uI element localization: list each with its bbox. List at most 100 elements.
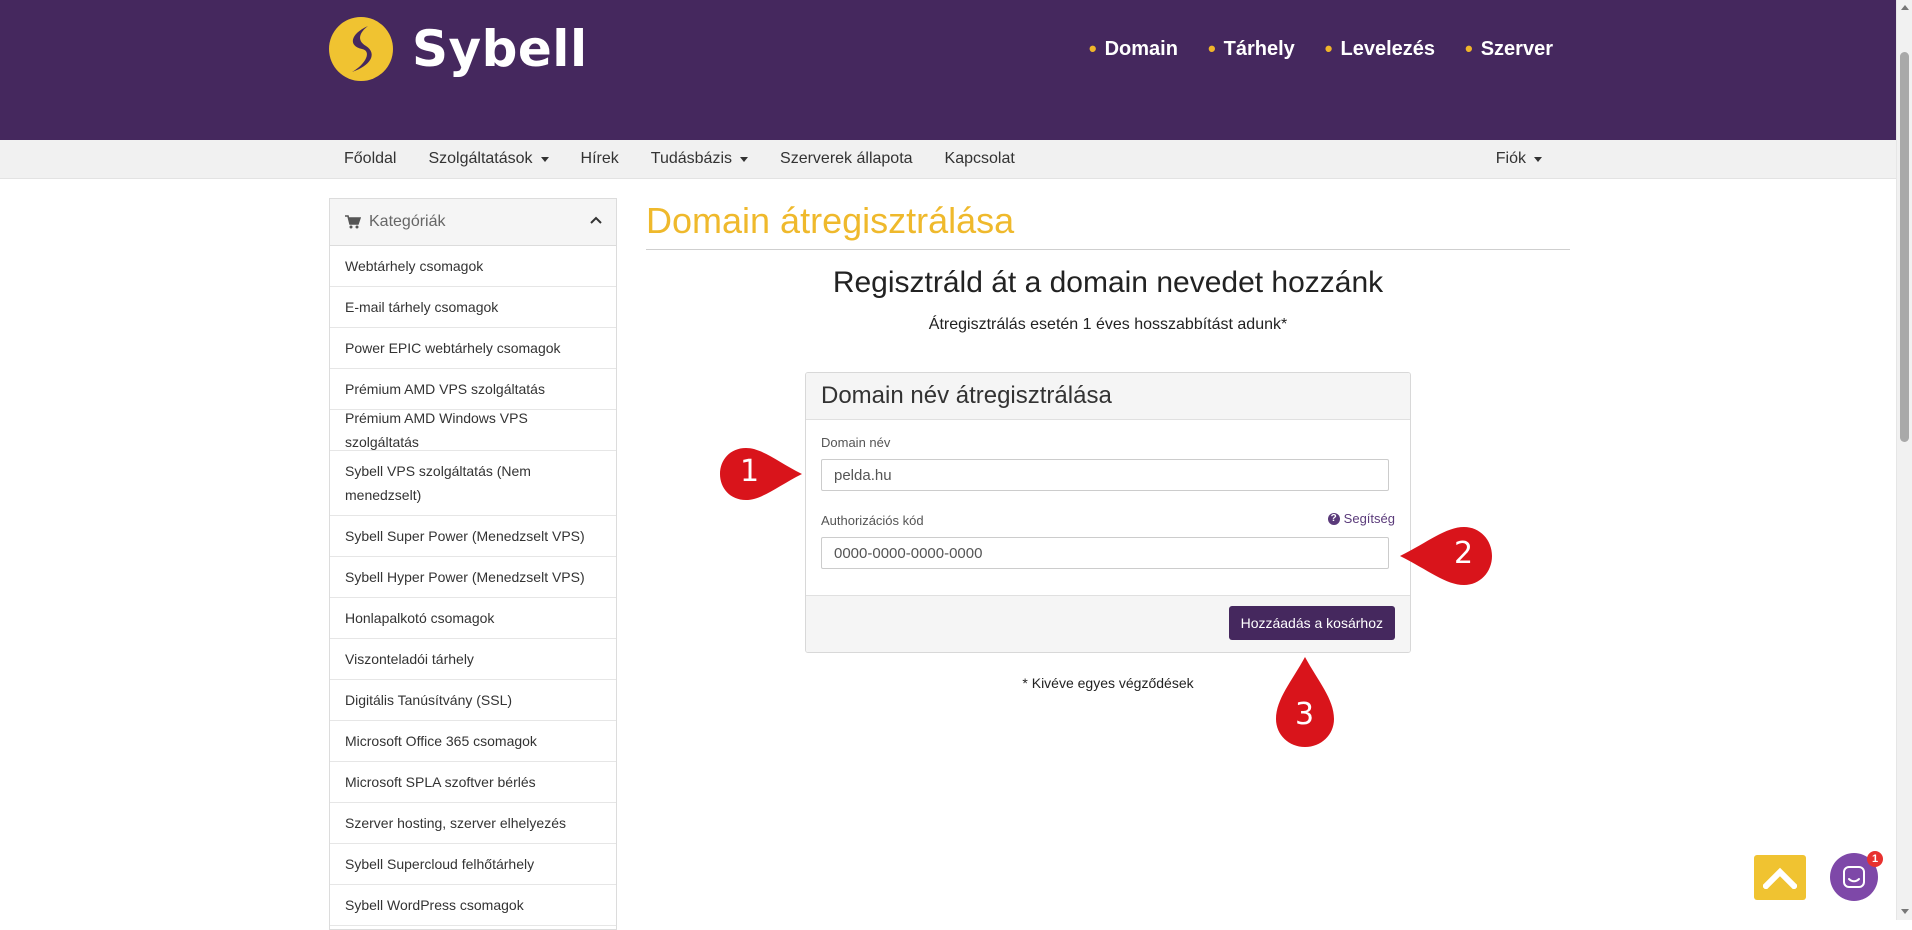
cart-icon: [345, 215, 361, 229]
domain-input[interactable]: pelda.hu: [821, 459, 1389, 491]
sidebar-item[interactable]: Sybell VPS szolgáltatás (Nem menedzselt): [330, 451, 616, 516]
sidebar-item-label: Prémium AMD Windows VPS szolgáltatás: [345, 410, 528, 450]
sidebar-item[interactable]: Sybell Hyper Power (Menedzselt VPS): [330, 557, 616, 598]
sidebar-item-label: Szerver hosting, szerver elhelyezés: [345, 815, 566, 831]
annotation-marker-1: 1: [718, 446, 804, 502]
topnav-levelezes[interactable]: • Levelezés: [1325, 36, 1435, 62]
sidebar-item-label: Sybell Supercloud felhőtárhely: [345, 856, 535, 872]
subnav-label: Hírek: [580, 150, 619, 167]
sidebar-item-label: Power EPIC webtárhely csomagok: [345, 340, 561, 356]
auth-code-label: Authorizációs kód: [821, 513, 924, 528]
annotation-marker-3: 3: [1274, 655, 1336, 749]
sidebar-item[interactable]: Digitális Tanúsítvány (SSL): [330, 680, 616, 721]
scroll-down-arrow-icon[interactable]: [1901, 909, 1909, 914]
bullet-icon: •: [1324, 36, 1333, 61]
headline: Regisztráld át a domain nevedet hozzánk: [832, 266, 1384, 299]
panel-footer: Hozzáadás a kosárhoz: [806, 595, 1410, 652]
subnav-server-status[interactable]: Szerverek állapota: [764, 150, 929, 168]
top-nav: • Domain • Tárhely • Levelezés • Szerver: [1089, 36, 1553, 62]
topnav-label: Tárhely: [1223, 37, 1295, 60]
caret-down-icon: [540, 156, 549, 162]
annotation-marker-2: 2: [1398, 525, 1494, 587]
top-header: Sybell • Domain • Tárhely • Levelezés • Szer…: [0, 0, 1896, 140]
subnav-label: Főoldal: [344, 150, 397, 167]
domain-label: Domain név: [821, 435, 891, 450]
chat-icon: [1843, 866, 1865, 888]
sub-nav: Főoldal Szolgáltatások Hírek Tudásbázis …: [0, 140, 1896, 179]
sidebar-item[interactable]: Microsoft Office 365 csomagok: [330, 721, 616, 762]
chat-notification-badge: 1: [1867, 851, 1883, 867]
sidebar-item-label: Microsoft Office 365 csomagok: [345, 733, 537, 749]
add-to-cart-button[interactable]: Hozzáadás a kosárhoz: [1228, 606, 1395, 640]
brand-name: Sybell: [412, 20, 588, 78]
sidebar-item-label: Webtárhely csomagok: [345, 258, 484, 274]
subnav-label: Tudásbázis: [650, 150, 733, 167]
chevron-up-icon[interactable]: [590, 214, 602, 226]
sidebar-item-label: Microsoft SPLA szoftver bérlés: [345, 774, 536, 790]
subnav-label: Szolgáltatások: [428, 150, 533, 167]
sidebar-item-label: E-mail tárhely csomagok: [345, 299, 499, 315]
arrow-up-icon: [1763, 867, 1797, 889]
subnav-label: Kapcsolat: [944, 150, 1015, 167]
help-label: Segítség: [1343, 511, 1395, 526]
sidebar-item[interactable]: Honlapalkotó csomagok: [330, 598, 616, 639]
marker-number: 3: [1295, 697, 1315, 732]
sidebar-item-label: Sybell VPS szolgáltatás (Nem menedzselt): [345, 463, 531, 503]
account-menu[interactable]: Fiók: [1496, 140, 1542, 178]
bullet-icon: •: [1088, 36, 1097, 61]
subnav-label: Szerverek állapota: [780, 150, 913, 167]
sidebar-item-label: Sybell WordPress csomagok: [345, 897, 524, 913]
auth-code-input[interactable]: 0000-0000-0000-0000: [821, 537, 1389, 569]
back-to-top-button[interactable]: [1754, 855, 1806, 900]
sidebar-item[interactable]: Szerver hosting, szerver elhelyezés: [330, 803, 616, 844]
topnav-domain[interactable]: • Domain: [1089, 36, 1178, 62]
caret-down-icon: [740, 156, 749, 162]
categories-sidebar: Kategóriák Webtárhely csomagok E-mail tá…: [329, 198, 617, 930]
subnav-knowledgebase[interactable]: Tudásbázis: [635, 150, 764, 168]
sidebar-item-label: Viszonteladói tárhely: [345, 651, 474, 667]
brand-logo[interactable]: Sybell: [328, 16, 588, 82]
scrollbar-thumb[interactable]: [1900, 52, 1909, 442]
footnote: * Kivéve egyes végződések: [1022, 675, 1194, 691]
sidebar-item-label: Prémium AMD VPS szolgáltatás: [345, 381, 545, 397]
topnav-label: Domain: [1104, 37, 1178, 60]
sybell-logo-icon: [329, 17, 393, 81]
help-link[interactable]: ? Segítség: [1327, 511, 1395, 526]
subnav-contact[interactable]: Kapcsolat: [929, 150, 1031, 168]
question-icon: ?: [1327, 512, 1340, 525]
page-scrollbar[interactable]: [1896, 0, 1912, 920]
categories-header[interactable]: Kategóriák: [330, 199, 616, 246]
sidebar-item[interactable]: Microsoft SPLA szoftver bérlés: [330, 762, 616, 803]
marker-pin-icon: [1400, 527, 1492, 585]
marker-pin-icon: [720, 448, 802, 500]
sidebar-item[interactable]: Viszonteladói tárhely: [330, 639, 616, 680]
title-divider: [646, 249, 1570, 250]
sidebar-item-label: Honlapalkotó csomagok: [345, 610, 495, 626]
topnav-label: Levelezés: [1340, 37, 1436, 60]
categories-title: Kategóriák: [369, 213, 446, 230]
sidebar-item[interactable]: Power EPIC webtárhely csomagok: [330, 328, 616, 369]
marker-number: 1: [740, 454, 760, 489]
subnav-news[interactable]: Hírek: [565, 150, 635, 168]
sidebar-item[interactable]: Prémium AMD Windows VPS szolgáltatás: [330, 410, 616, 451]
bullet-icon: •: [1465, 36, 1473, 61]
account-label: Fiók: [1495, 150, 1526, 167]
sidebar-item-label: Sybell Hyper Power (Menedzselt VPS): [345, 569, 585, 585]
topnav-tarhely[interactable]: • Tárhely: [1208, 36, 1295, 62]
topnav-szerver[interactable]: • Szerver: [1465, 36, 1553, 62]
topnav-label: Szerver: [1480, 37, 1553, 60]
sidebar-item[interactable]: Sybell Super Power (Menedzselt VPS): [330, 516, 616, 557]
page-title: Domain átregisztrálása: [646, 200, 1015, 241]
sidebar-item[interactable]: Webtárhely csomagok: [330, 246, 616, 287]
sidebar-item-label: Digitális Tanúsítvány (SSL): [345, 692, 513, 708]
subnav-home[interactable]: Főoldal: [328, 150, 412, 168]
sidebar-item[interactable]: Prémium AMD VPS szolgáltatás: [330, 369, 616, 410]
panel-heading: Domain név átregisztrálása: [806, 373, 1410, 420]
sidebar-item[interactable]: Sybell Supercloud felhőtárhely: [330, 844, 616, 885]
sidebar-item[interactable]: E-mail tárhely csomagok: [330, 287, 616, 328]
bullet-icon: •: [1207, 36, 1216, 61]
subnav-services[interactable]: Szolgáltatások: [412, 150, 564, 168]
transfer-form-panel: Domain név átregisztrálása Domain név pe…: [805, 372, 1411, 653]
sidebar-item-label: Sybell Super Power (Menedzselt VPS): [345, 528, 585, 544]
scroll-up-arrow-icon[interactable]: [1901, 5, 1909, 10]
